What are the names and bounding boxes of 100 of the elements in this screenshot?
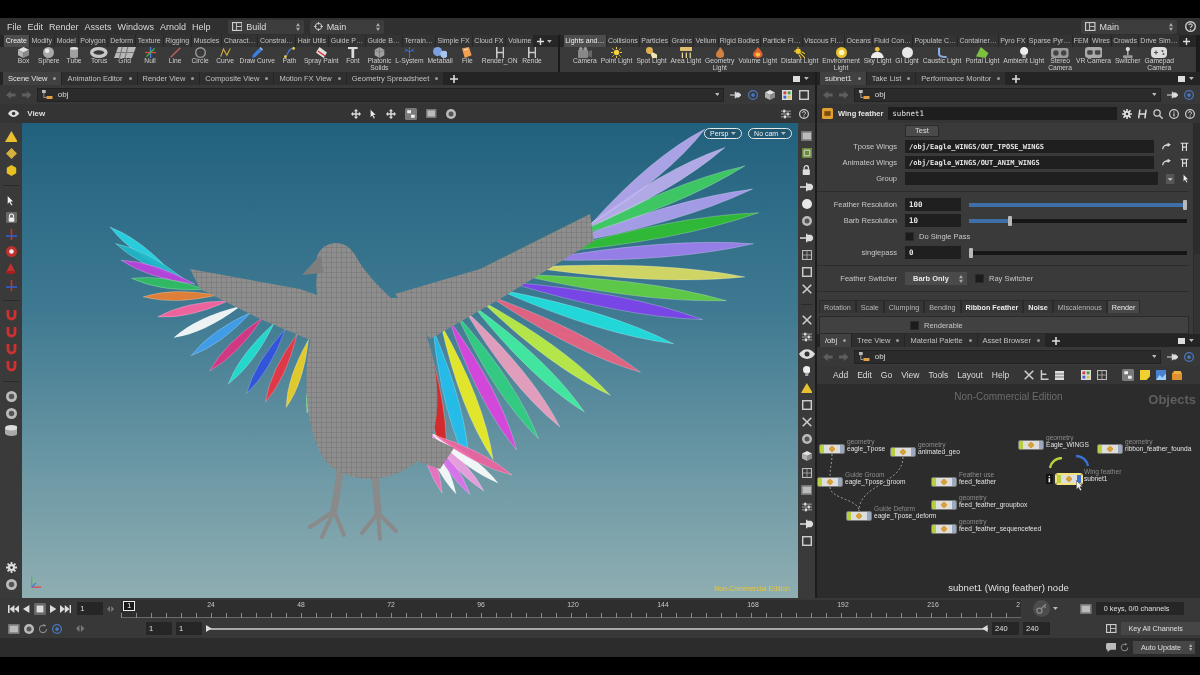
network-node[interactable] — [817, 477, 843, 487]
play-reverse-icon[interactable] — [23, 604, 30, 613]
plus-icon[interactable] — [1182, 37, 1190, 45]
sliders-icon[interactable] — [801, 502, 812, 512]
sliders-icon[interactable] — [781, 108, 791, 119]
target-icon[interactable] — [1184, 89, 1194, 100]
refresh-icon[interactable] — [1120, 643, 1129, 652]
lock-icon[interactable] — [802, 165, 811, 175]
skip-to-start-icon[interactable] — [8, 604, 20, 613]
plus-icon[interactable] — [1051, 336, 1060, 345]
stop-icon[interactable] — [33, 602, 46, 615]
cursor-icon[interactable] — [370, 108, 378, 119]
cursor-icon[interactable] — [1182, 174, 1189, 183]
plus-icon[interactable] — [450, 74, 459, 83]
plug-icon[interactable] — [730, 90, 741, 99]
chest-icon[interactable] — [1171, 370, 1183, 380]
checkbox[interactable] — [910, 320, 919, 330]
target-icon[interactable] — [51, 623, 62, 634]
cylinder-icon[interactable] — [4, 425, 18, 436]
menu-item[interactable]: Arnold — [157, 21, 190, 32]
h-logo-icon[interactable] — [1138, 108, 1147, 119]
range-slider[interactable] — [206, 624, 989, 633]
menu-item[interactable]: File — [4, 21, 25, 32]
settings-icon[interactable] — [5, 562, 17, 573]
caret-icon[interactable] — [1053, 607, 1059, 610]
plug-icon[interactable] — [1167, 352, 1178, 361]
menu-item[interactable]: Tools — [928, 370, 949, 380]
hexagon-icon[interactable] — [5, 165, 17, 176]
plus-icon[interactable] — [537, 37, 545, 45]
ring-icon[interactable] — [5, 391, 17, 402]
menu-item[interactable]: Edit — [24, 21, 47, 32]
caret-icon[interactable] — [1189, 77, 1194, 80]
light-bulb-icon[interactable] — [802, 366, 811, 376]
pane-menu-icon[interactable] — [1177, 337, 1186, 344]
box-icon[interactable] — [801, 400, 812, 410]
grid-icon[interactable] — [1096, 370, 1107, 380]
lock-icon[interactable] — [5, 212, 17, 223]
network-node[interactable] — [1018, 440, 1044, 450]
menu-item[interactable]: Windows — [114, 21, 158, 32]
curved-arrow-icon[interactable] — [1162, 143, 1172, 150]
box-icon[interactable] — [799, 89, 809, 100]
cross-icon[interactable] — [1024, 370, 1035, 380]
box-icon[interactable] — [801, 267, 812, 277]
skip-to-end-icon[interactable] — [59, 604, 72, 613]
tree-icon[interactable] — [1040, 370, 1049, 380]
layout-icon[interactable] — [1106, 624, 1117, 633]
step-arrows-icon[interactable] — [75, 625, 85, 632]
grid-icon[interactable] — [801, 250, 812, 260]
arc-icon[interactable] — [1049, 457, 1063, 469]
key-icon[interactable] — [1033, 600, 1051, 617]
diamond-icon[interactable] — [5, 148, 17, 159]
table-icon[interactable] — [1180, 158, 1189, 167]
plug-icon[interactable] — [1167, 90, 1178, 99]
cross-icon[interactable] — [801, 417, 812, 427]
menu-item[interactable]: Add — [833, 370, 849, 380]
pyramid-icon[interactable] — [800, 383, 813, 393]
palette-icon[interactable] — [1080, 370, 1091, 380]
cross-icon[interactable] — [801, 315, 812, 325]
menu-item[interactable]: Help — [189, 21, 214, 32]
sliders-icon[interactable] — [801, 332, 812, 342]
plug-icon[interactable] — [799, 519, 814, 529]
chat-icon[interactable] — [1105, 643, 1116, 652]
ring-icon[interactable] — [23, 623, 34, 634]
network-node[interactable] — [931, 477, 957, 487]
image-icon[interactable] — [1155, 370, 1166, 380]
menu-item[interactable]: Go — [880, 370, 893, 380]
plug-icon[interactable] — [799, 182, 814, 192]
search-icon[interactable] — [1153, 108, 1163, 119]
list-icon[interactable] — [1054, 370, 1064, 380]
caret-icon[interactable] — [547, 39, 553, 43]
pyramid-icon[interactable] — [4, 131, 18, 142]
network-node[interactable] — [846, 511, 872, 521]
play-icon[interactable] — [49, 604, 56, 613]
path-field[interactable]: obj — [854, 87, 1162, 102]
target-icon[interactable] — [1184, 351, 1194, 362]
network-node[interactable] — [819, 444, 845, 454]
menu-item[interactable]: Assets — [81, 21, 115, 32]
desktop-dropdown[interactable]: Build — [227, 19, 304, 34]
network-view-icon[interactable] — [1121, 369, 1134, 381]
menu-item[interactable]: View — [901, 370, 920, 380]
ring-icon[interactable] — [801, 216, 812, 226]
help-icon[interactable] — [1185, 21, 1196, 32]
cube-icon[interactable] — [801, 451, 812, 461]
network-node[interactable] — [931, 500, 957, 510]
cross-icon[interactable] — [801, 284, 812, 294]
eye-icon[interactable] — [798, 349, 815, 359]
group-field[interactable] — [905, 172, 1159, 185]
ring-icon[interactable] — [5, 408, 17, 419]
refresh-icon[interactable] — [37, 623, 48, 634]
cube-icon[interactable] — [765, 89, 775, 100]
move-arrows-icon[interactable] — [351, 108, 362, 119]
curved-arrow-icon[interactable] — [1162, 159, 1172, 166]
info-icon[interactable] — [1169, 108, 1179, 119]
network-node[interactable] — [1097, 444, 1123, 454]
slider-thumb[interactable] — [1183, 199, 1187, 210]
network-node[interactable] — [890, 447, 916, 457]
pane-menu-icon[interactable] — [792, 75, 801, 82]
caret-icon[interactable] — [804, 77, 809, 80]
menu-item[interactable]: Render — [46, 21, 82, 32]
ring-dot-icon[interactable] — [5, 246, 17, 257]
